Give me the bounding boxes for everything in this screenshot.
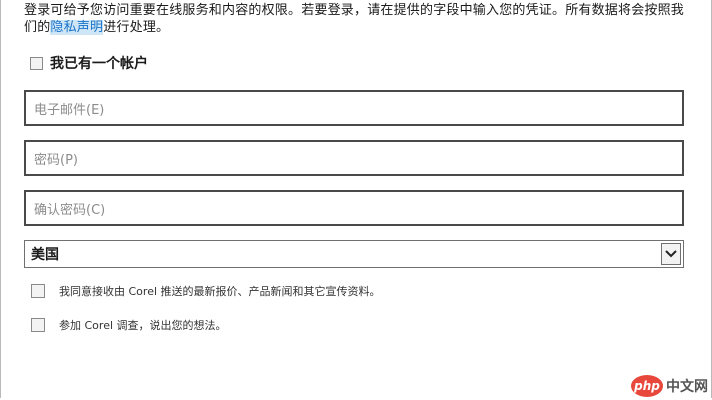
php-watermark: php 中文网 <box>631 375 708 397</box>
survey-opt-in-row[interactable]: 参加 Corel 调查，说出您的想法。 <box>31 317 227 333</box>
survey-opt-in-label: 参加 Corel 调查，说出您的想法。 <box>59 319 227 332</box>
survey-opt-in-checkbox[interactable] <box>31 318 45 332</box>
existing-account-label: 我已有一个帐户 <box>50 56 148 72</box>
country-select[interactable]: 美国 <box>24 240 684 268</box>
email-placeholder: 电子邮件(E) <box>34 102 105 118</box>
intro-text: 登录可给予您访问重要在线服务和内容的权限。若要登录，请在提供的字段中输入您的凭证… <box>24 2 694 36</box>
intro-text-after: 进行处理。 <box>103 20 170 35</box>
existing-account-checkbox-row[interactable]: 我已有一个帐户 <box>30 53 148 73</box>
email-field[interactable]: 电子邮件(E) <box>24 90 684 126</box>
country-selected-value: 美国 <box>31 247 59 263</box>
existing-account-checkbox[interactable] <box>30 56 43 70</box>
marketing-opt-in-row[interactable]: 我同意接收由 Corel 推送的最新报价、产品新闻和其它宣传资料。 <box>31 283 381 299</box>
password-placeholder: 密码(P) <box>34 152 78 168</box>
php-logo-icon: php <box>631 375 663 397</box>
watermark-text: 中文网 <box>666 379 708 395</box>
confirm-password-placeholder: 确认密码(C) <box>34 202 106 218</box>
marketing-opt-in-checkbox[interactable] <box>31 284 45 298</box>
chevron-down-icon[interactable] <box>661 243 681 265</box>
password-field[interactable]: 密码(P) <box>24 140 684 176</box>
privacy-statement-link[interactable]: 隐私声明 <box>50 20 104 35</box>
confirm-password-field[interactable]: 确认密码(C) <box>24 190 684 226</box>
marketing-opt-in-label: 我同意接收由 Corel 推送的最新报价、产品新闻和其它宣传资料。 <box>59 285 381 298</box>
